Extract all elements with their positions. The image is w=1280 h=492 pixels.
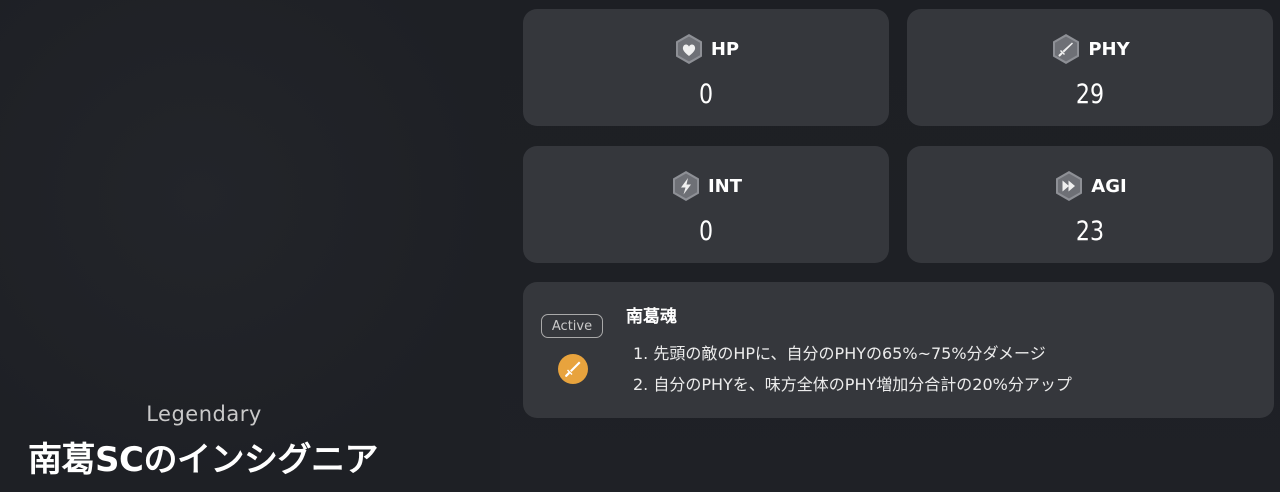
skill-effect-2: 2. 自分のPHYを、味方全体のPHY増加分合計の20%分アップ [633, 375, 1072, 394]
stat-label-int: INT [707, 175, 743, 197]
stat-value-agi: 23 [1075, 216, 1105, 247]
sword-icon [1053, 34, 1080, 64]
skill-title: 南葛魂 [626, 307, 677, 327]
stat-value-int: 0 [698, 216, 714, 247]
lightning-icon [672, 171, 699, 201]
skill-effect-1: 1. 先頭の敵のHPに、自分のPHYの65%~75%分ダメージ [633, 344, 1046, 363]
card-rarity: Legendary [146, 402, 262, 426]
heart-icon [675, 34, 702, 64]
stat-card-int: INT 0 [523, 146, 889, 263]
stat-label-agi: AGI [1091, 175, 1127, 197]
stat-card-agi: AGI 23 [907, 146, 1273, 263]
skill-card: Active 南葛魂 1. 先頭の敵のHPに、自分のPHYの65%~75%分ダメ… [523, 282, 1274, 418]
fast-forward-icon [1056, 171, 1083, 201]
card-name: 南葛SCのインシグニア [28, 440, 378, 480]
card-detail-screen: Legendary 南葛SCのインシグニア HP 0 PHY 29 INT 0 … [0, 0, 1280, 492]
stat-label-hp: HP [710, 38, 740, 60]
sword-icon [558, 354, 588, 384]
stat-card-hp: HP 0 [523, 9, 889, 126]
stat-value-phy: 29 [1075, 79, 1105, 110]
stat-label-phy: PHY [1088, 38, 1130, 60]
stat-value-hp: 0 [698, 79, 714, 110]
skill-type-badge: Active [541, 314, 603, 338]
stat-card-phy: PHY 29 [907, 9, 1273, 126]
